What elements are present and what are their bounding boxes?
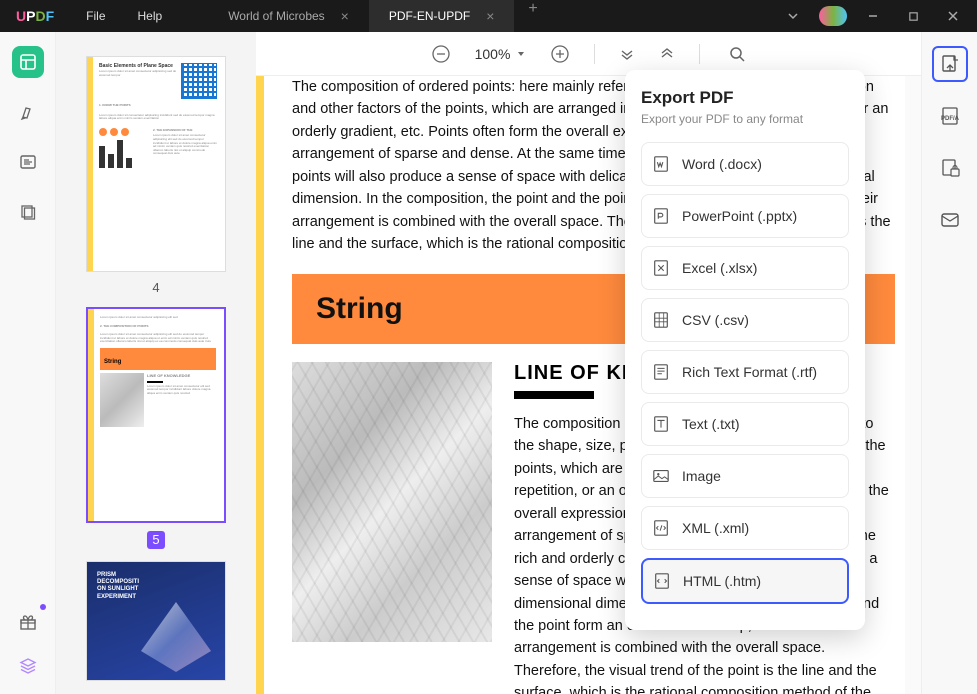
close-icon[interactable]: × bbox=[341, 8, 349, 24]
option-label: Rich Text Format (.rtf) bbox=[682, 364, 817, 380]
tab-world-of-microbes[interactable]: World of Microbes × bbox=[208, 0, 369, 32]
html-icon bbox=[653, 572, 671, 590]
csv-icon bbox=[652, 311, 670, 329]
option-label: PowerPoint (.pptx) bbox=[682, 208, 797, 224]
text-tool[interactable] bbox=[12, 146, 44, 178]
ai-icon bbox=[819, 6, 847, 26]
add-tab-button[interactable]: + bbox=[514, 0, 551, 32]
menu-file[interactable]: File bbox=[70, 9, 121, 23]
option-label: CSV (.csv) bbox=[682, 312, 749, 328]
left-tool-rail bbox=[0, 32, 56, 694]
right-tool-rail: PDF/A bbox=[921, 32, 977, 694]
document-area: 100% The composition of ordered points: … bbox=[256, 32, 921, 694]
word-icon bbox=[652, 155, 670, 173]
search-button[interactable] bbox=[728, 45, 746, 63]
thumbnail-panel: Basic Elements of Plane Space Lorem ipsu… bbox=[56, 32, 256, 694]
pdf-a-button[interactable]: PDF/A bbox=[932, 98, 968, 134]
thumbnail-page-4[interactable]: Basic Elements of Plane Space Lorem ipsu… bbox=[76, 56, 236, 295]
maximize-button[interactable] bbox=[897, 2, 929, 30]
export-pdf-panel: Export PDF Export your PDF to any format… bbox=[625, 70, 865, 630]
export-pdf-button[interactable] bbox=[932, 46, 968, 82]
scroll-up-button[interactable] bbox=[659, 46, 675, 62]
zoom-out-button[interactable] bbox=[431, 44, 451, 64]
close-window-button[interactable] bbox=[937, 2, 969, 30]
export-option-csv[interactable]: CSV (.csv) bbox=[641, 298, 849, 342]
heading-underline bbox=[514, 391, 594, 399]
main-area: Basic Elements of Plane Space Lorem ipsu… bbox=[0, 32, 977, 694]
export-option-excel[interactable]: Excel (.xlsx) bbox=[641, 246, 849, 290]
zoom-dropdown[interactable] bbox=[516, 49, 526, 59]
stack-icon[interactable] bbox=[12, 650, 44, 682]
page-number: 4 bbox=[76, 280, 236, 295]
mail-button[interactable] bbox=[932, 202, 968, 238]
titlebar-right bbox=[777, 2, 977, 30]
page-number: 5 bbox=[147, 531, 165, 549]
app-logo: UPDF bbox=[0, 8, 70, 24]
menu-help[interactable]: Help bbox=[122, 9, 179, 23]
zoom-in-button[interactable] bbox=[550, 44, 570, 64]
thumb-line: LINE OF KNOWLEDGE bbox=[147, 373, 216, 380]
option-label: Excel (.xlsx) bbox=[682, 260, 757, 276]
layers-tool[interactable] bbox=[12, 196, 44, 228]
option-label: XML (.xml) bbox=[682, 520, 749, 536]
thumb-subhead: 2. THE COMPOSITION OF POINTS bbox=[100, 324, 216, 330]
document-tabs: World of Microbes × PDF-EN-UPDF × + bbox=[208, 0, 777, 32]
export-option-word[interactable]: Word (.docx) bbox=[641, 142, 849, 186]
thumbnail-page-6[interactable]: PRISM DECOMPOSITI ON SUNLIGHT EXPERIMENT bbox=[76, 561, 236, 681]
tab-label: PDF-EN-UPDF bbox=[389, 9, 470, 23]
export-option-image[interactable]: Image bbox=[641, 454, 849, 498]
export-option-text[interactable]: Text (.txt) bbox=[641, 402, 849, 446]
export-option-powerpoint[interactable]: PowerPoint (.pptx) bbox=[641, 194, 849, 238]
image-icon bbox=[652, 467, 670, 485]
thumbnail-page-5[interactable]: Lorem ipsum dolor sit amet consectetur a… bbox=[76, 307, 236, 549]
xml-icon bbox=[652, 519, 670, 537]
powerpoint-icon bbox=[652, 207, 670, 225]
option-label: HTML (.htm) bbox=[683, 573, 761, 589]
minimize-button[interactable] bbox=[857, 2, 889, 30]
export-subtitle: Export your PDF to any format bbox=[641, 112, 849, 126]
highlight-tool[interactable] bbox=[12, 96, 44, 128]
zoom-level: 100% bbox=[475, 46, 511, 62]
text-icon bbox=[652, 415, 670, 433]
export-option-xml[interactable]: XML (.xml) bbox=[641, 506, 849, 550]
chevron-down-icon[interactable] bbox=[777, 2, 809, 30]
tab-label: World of Microbes bbox=[228, 9, 324, 23]
thumb-subhead: 1. KNOW THE POINTS bbox=[99, 103, 217, 109]
scroll-down-button[interactable] bbox=[619, 46, 635, 62]
option-label: Word (.docx) bbox=[682, 156, 762, 172]
ai-assistant-button[interactable] bbox=[817, 2, 849, 30]
close-icon[interactable]: × bbox=[486, 8, 494, 24]
thumbnails-tool[interactable] bbox=[12, 46, 44, 78]
option-label: Image bbox=[682, 468, 721, 484]
export-option-rtf[interactable]: Rich Text Format (.rtf) bbox=[641, 350, 849, 394]
rtf-icon bbox=[652, 363, 670, 381]
export-title: Export PDF bbox=[641, 88, 849, 108]
protect-pdf-button[interactable] bbox=[932, 150, 968, 186]
thumb-string: String bbox=[104, 359, 121, 365]
architecture-image bbox=[292, 362, 492, 642]
titlebar: UPDF File Help World of Microbes × PDF-E… bbox=[0, 0, 977, 32]
gift-icon[interactable] bbox=[12, 606, 44, 638]
tab-pdf-en-updf[interactable]: PDF-EN-UPDF × bbox=[369, 0, 515, 32]
export-option-html[interactable]: HTML (.htm) bbox=[641, 558, 849, 604]
svg-text:PDF/A: PDF/A bbox=[941, 116, 960, 122]
excel-icon bbox=[652, 259, 670, 277]
option-label: Text (.txt) bbox=[682, 416, 740, 432]
